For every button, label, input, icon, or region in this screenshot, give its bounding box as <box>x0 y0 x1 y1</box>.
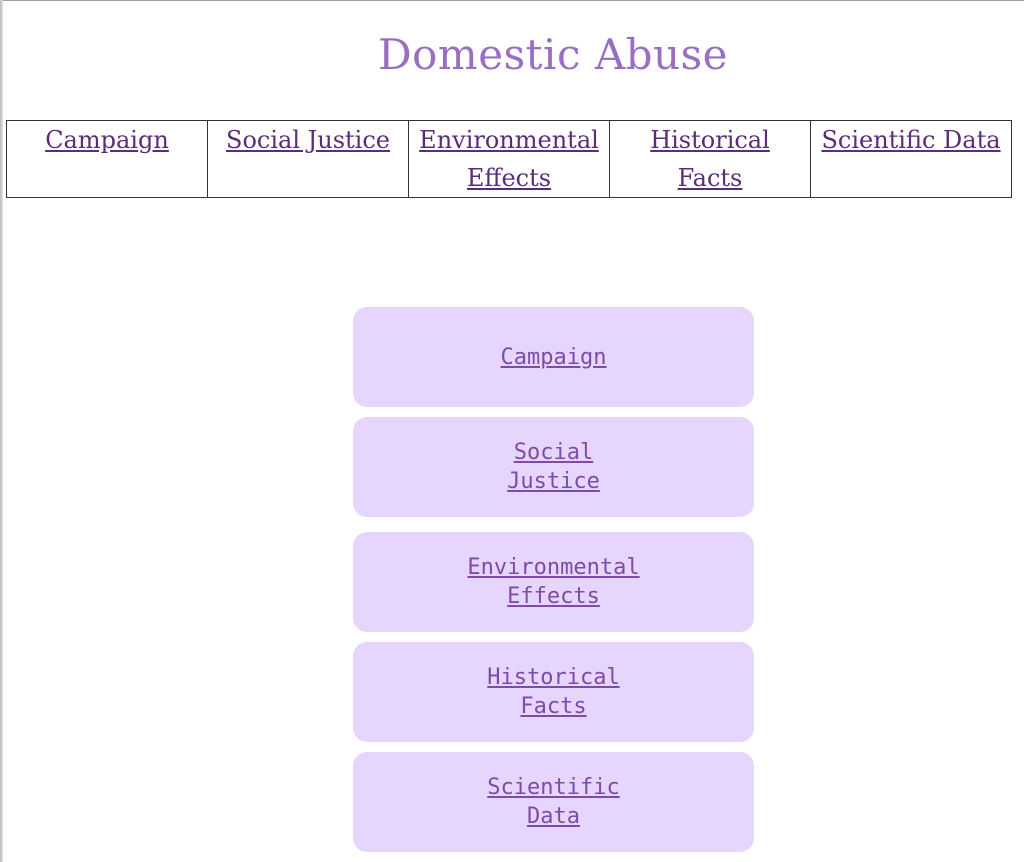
window-left-border <box>0 0 3 862</box>
nav-link-historical-facts[interactable]: Historical Facts <box>650 126 770 192</box>
top-navigation: Campaign Social Justice Environmental Ef… <box>6 120 1012 198</box>
nav-link-campaign[interactable]: Campaign <box>45 126 169 154</box>
page: Domestic Abuse Campaign Social Justice E… <box>0 0 1024 862</box>
window-top-border <box>0 0 1024 1</box>
menu-link-campaign[interactable]: Campaign <box>501 343 607 372</box>
nav-cell-scientific-data: Scientific Data <box>810 120 1012 198</box>
nav-cell-historical-facts: Historical Facts <box>609 120 811 198</box>
nav-cell-environmental-effects: Environmental Effects <box>408 120 610 198</box>
menu-link-historical-facts[interactable]: Historical Facts <box>473 663 634 721</box>
menu-link-scientific-data[interactable]: Scientific Data <box>473 773 634 831</box>
nav-link-environmental-effects[interactable]: Environmental Effects <box>419 126 599 192</box>
menu-item-social-justice[interactable]: Social Justice <box>353 417 754 517</box>
menu-link-social-justice[interactable]: Social Justice <box>473 438 634 496</box>
menu-item-environmental-effects[interactable]: Environmental Effects <box>353 532 754 632</box>
side-menu: Campaign Social Justice Environmental Ef… <box>353 307 754 852</box>
nav-cell-campaign: Campaign <box>6 120 208 198</box>
nav-cell-social-justice: Social Justice <box>207 120 409 198</box>
page-title: Domestic Abuse <box>377 30 729 79</box>
nav-link-scientific-data[interactable]: Scientific Data <box>821 126 1000 154</box>
nav-row: Campaign Social Justice Environmental Ef… <box>6 120 1012 198</box>
menu-item-campaign[interactable]: Campaign <box>353 307 754 407</box>
menu-item-historical-facts[interactable]: Historical Facts <box>353 642 754 742</box>
nav-link-social-justice[interactable]: Social Justice <box>226 126 390 154</box>
menu-item-scientific-data[interactable]: Scientific Data <box>353 752 754 852</box>
menu-link-environmental-effects[interactable]: Environmental Effects <box>467 553 639 611</box>
